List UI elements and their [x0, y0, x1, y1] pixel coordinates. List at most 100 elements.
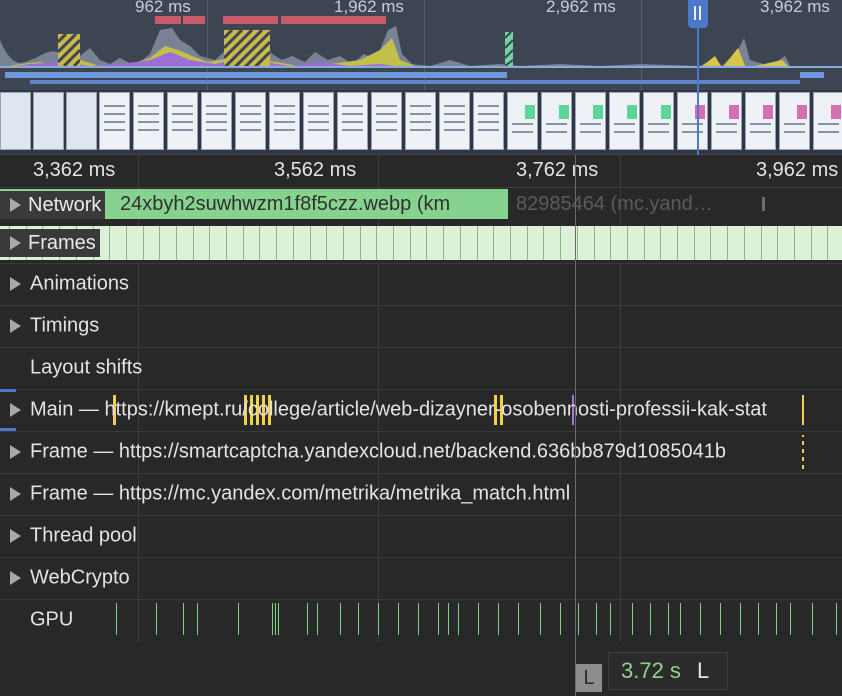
- track-frames[interactable]: Frames: [0, 225, 842, 264]
- task-marker: [802, 395, 804, 425]
- expand-triangle-icon[interactable]: [10, 198, 21, 212]
- screenshot-thumbnail[interactable]: [711, 92, 742, 150]
- screenshot-thumbnail[interactable]: [507, 92, 538, 150]
- screenshot-thumbnail[interactable]: [337, 92, 368, 150]
- expand-triangle-icon[interactable]: [10, 529, 21, 543]
- gpu-task-line: [790, 603, 791, 635]
- gpu-task-line: [812, 603, 813, 635]
- track-gpu[interactable]: GPU: [0, 599, 842, 642]
- screenshot-thumbnail[interactable]: [303, 92, 334, 150]
- expand-triangle-icon[interactable]: [10, 319, 21, 333]
- expand-triangle-icon[interactable]: [10, 571, 21, 585]
- cursor-line: [575, 155, 576, 696]
- screenshot-thumbnail[interactable]: [643, 92, 674, 150]
- expand-triangle-icon[interactable]: [10, 236, 21, 250]
- frame-separator: [143, 226, 144, 260]
- frame-separator: [610, 226, 611, 260]
- track-layout-shifts[interactable]: Layout shifts: [0, 347, 842, 390]
- cursor-time-suffix: L: [697, 658, 710, 683]
- frame-separator: [761, 226, 762, 260]
- network-request-label: 24xbyh2suwhwzm1f8f5czz.webp (km: [120, 193, 451, 215]
- track-title: WebCrypto: [30, 566, 130, 589]
- track-webcrypto[interactable]: WebCrypto: [0, 557, 842, 600]
- gpu-task-line: [438, 603, 439, 635]
- network-summary-bar: [800, 72, 824, 78]
- screenshot-thumbnail[interactable]: [779, 92, 810, 150]
- track-animations[interactable]: Animations: [0, 263, 842, 306]
- track-header-frames[interactable]: Frames: [0, 229, 100, 257]
- frame-separator: [493, 226, 494, 260]
- expand-triangle-icon[interactable]: [10, 445, 21, 459]
- screenshot-thumbnail[interactable]: [745, 92, 776, 150]
- track-title: Frame — https://mc.yandex.com/metrika/me…: [30, 482, 571, 505]
- track-main-thread[interactable]: Main — https://kmept.ru/college/article/…: [0, 389, 842, 432]
- gpu-task-line: [540, 603, 541, 635]
- screenshot-thumbnail[interactable]: [235, 92, 266, 150]
- overview-baseline: [0, 66, 842, 68]
- frame-separator: [727, 226, 728, 260]
- track-frame-captcha[interactable]: Frame — https://smartcaptcha.yandexcloud…: [0, 431, 842, 474]
- frame-separator: [259, 226, 260, 260]
- screenshot-thumbnail[interactable]: [439, 92, 470, 150]
- frame-separator: [677, 226, 678, 260]
- expand-triangle-icon[interactable]: [10, 487, 21, 501]
- frame-separator: [460, 226, 461, 260]
- striped-marker: [58, 34, 80, 66]
- frame-separator: [209, 226, 210, 260]
- screenshot-thumbnail[interactable]: [99, 92, 130, 150]
- screenshot-thumbnail[interactable]: [541, 92, 572, 150]
- gpu-task-line: [578, 603, 579, 635]
- track-title: Frame — https://smartcaptcha.yandexcloud…: [30, 440, 727, 463]
- track-header-network[interactable]: Network: [0, 191, 106, 219]
- frame-separator: [560, 226, 561, 260]
- screenshot-thumbnail[interactable]: [575, 92, 606, 150]
- frames-strip[interactable]: [0, 226, 842, 260]
- expand-triangle-icon[interactable]: [10, 403, 21, 417]
- gpu-task-line: [758, 603, 759, 635]
- overview-time-label: 962 ms: [135, 0, 191, 16]
- gpu-task-line: [740, 603, 741, 635]
- gpu-task-line: [116, 603, 117, 635]
- gpu-task-line: [272, 603, 273, 635]
- screenshot-thumbnail[interactable]: [473, 92, 504, 150]
- frame-separator: [594, 226, 595, 260]
- screenshot-thumbnail[interactable]: [167, 92, 198, 150]
- gpu-task-line: [307, 603, 308, 635]
- track-title: Timings: [30, 314, 100, 337]
- screenshot-thumbnail[interactable]: [0, 92, 31, 150]
- screenshot-thumbnail[interactable]: [813, 92, 842, 150]
- screenshot-thumbnail[interactable]: [405, 92, 436, 150]
- frame-separator: [109, 226, 110, 260]
- frame-separator: [794, 226, 795, 260]
- screenshot-thumbnail[interactable]: [269, 92, 300, 150]
- gpu-task-line: [275, 603, 276, 635]
- range-selection-handle[interactable]: [688, 0, 708, 28]
- track-thread-pool[interactable]: Thread pool: [0, 515, 842, 558]
- frame-separator: [477, 226, 478, 260]
- frame-separator: [293, 226, 294, 260]
- screenshot-thumbnail[interactable]: [371, 92, 402, 150]
- screenshot-thumbnail[interactable]: [609, 92, 640, 150]
- track-frame-metrika[interactable]: Frame — https://mc.yandex.com/metrika/me…: [0, 473, 842, 516]
- gpu-task-line: [197, 603, 198, 635]
- screenshot-thumbnail[interactable]: [677, 92, 708, 150]
- cpu-activity-chart: [0, 26, 842, 68]
- screenshot-thumbnail[interactable]: [66, 92, 97, 150]
- gpu-task-line: [418, 603, 419, 635]
- frame-separator: [276, 226, 277, 260]
- gpu-task-line: [448, 603, 449, 635]
- track-title: Main — https://kmept.ru/college/article/…: [30, 398, 767, 421]
- frame-separator: [376, 226, 377, 260]
- network-request-label: 82985464 (mc.yand…: [516, 193, 713, 215]
- screenshot-filmstrip[interactable]: [0, 90, 842, 154]
- screenshot-thumbnail[interactable]: [33, 92, 64, 150]
- track-timings[interactable]: Timings: [0, 305, 842, 348]
- lcp-marker-icon[interactable]: L: [576, 664, 602, 692]
- overview-time-label: 3,962 ms: [760, 0, 830, 16]
- ruler-label: 3,962 ms: [756, 159, 839, 181]
- screenshot-thumbnail[interactable]: [201, 92, 232, 150]
- cursor-time-value: 3.72 s: [621, 658, 681, 683]
- screenshot-thumbnail[interactable]: [133, 92, 164, 150]
- track-network[interactable]: 24xbyh2suwhwzm1f8f5czz.webp (km 82985464…: [0, 187, 842, 226]
- expand-triangle-icon[interactable]: [10, 277, 21, 291]
